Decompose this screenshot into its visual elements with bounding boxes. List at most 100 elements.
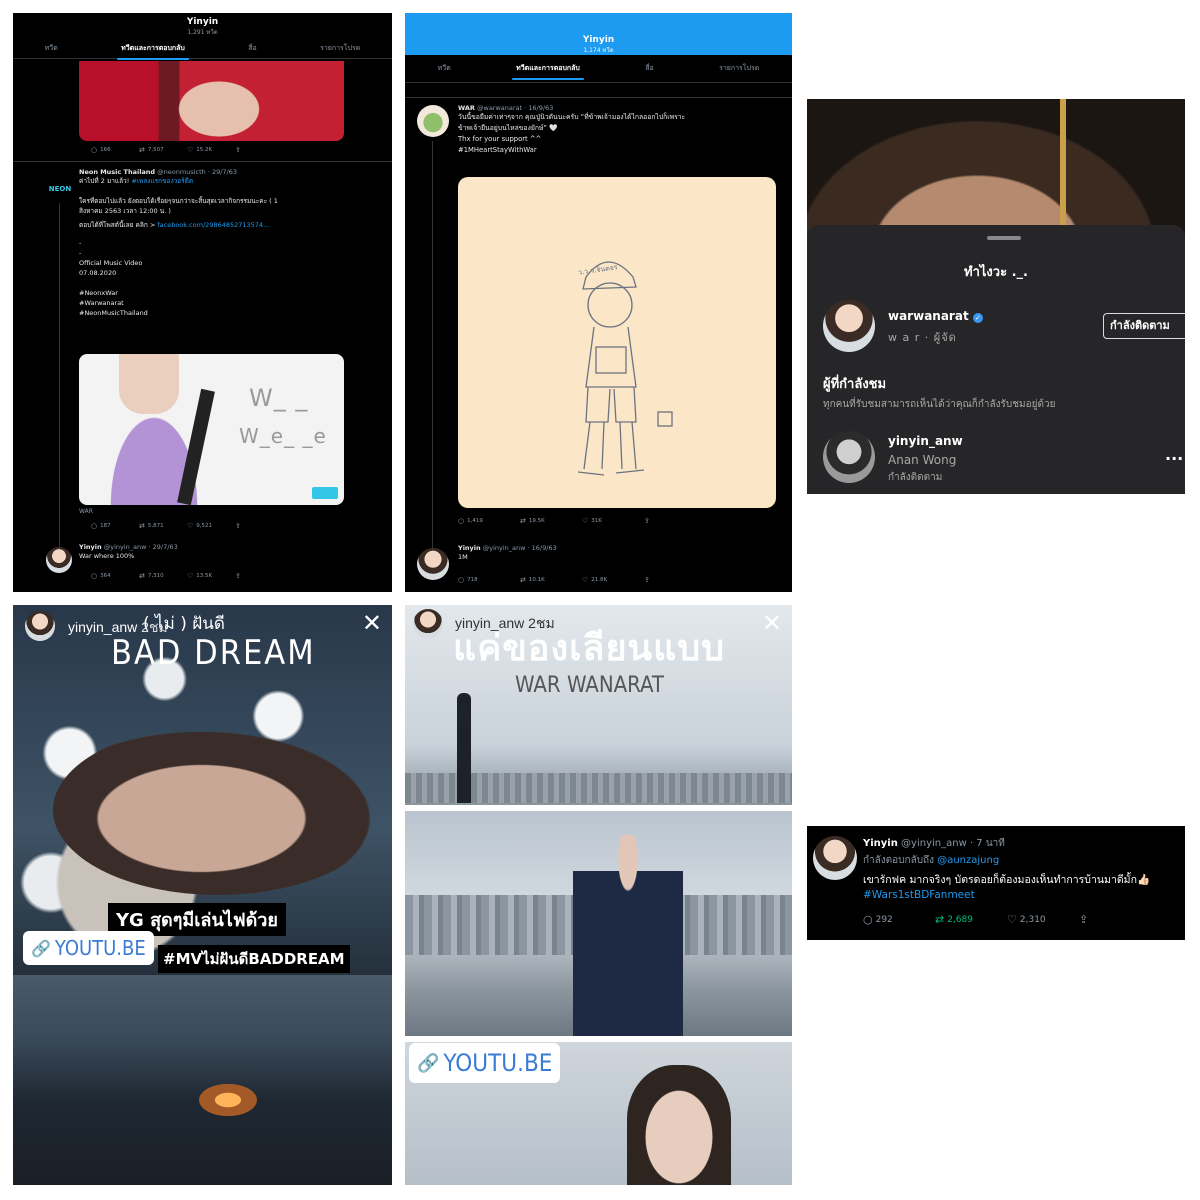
hashtag-link[interactable]: #Warwanarat [79,298,379,308]
person-jacket [573,835,683,1036]
hashtag-link[interactable]: #เพลงแรกของวอร์ดีต [131,177,193,185]
tweet-actions: ○ 187 ⇄ 5,871 ♡ 9,521 ⇪ [91,522,283,530]
neon-avatar[interactable]: NEON [49,178,71,200]
hashtag-link[interactable]: #1MHeartStayWithWar [458,145,788,156]
tab-tweets-replies[interactable]: ทวีตและการตอบกลับ [512,63,584,80]
like-button[interactable]: ♡ 21.8K [582,576,644,584]
profile-tabs: ทวีต ทวีตและการตอบกลับ สื่อ รายการโปรด [13,39,392,60]
host-avatar[interactable] [823,300,875,352]
tab-tweets[interactable]: ทวีต [434,63,455,74]
profile-name: Yinyin [582,35,615,45]
viewer-name[interactable]: yinyin_anw [888,434,963,448]
link-icon: 🔗 [417,1052,440,1074]
story-title: BAD DREAM [111,633,316,673]
viewer-avatar[interactable] [823,431,875,483]
retweet-button[interactable]: ⇄ 10.1K [520,576,582,584]
tweet-text: ข้าพเจ้ายืนอยู่บนไหล่ของยักษ์” 🤍 [458,124,558,132]
story-avatar[interactable] [25,611,55,641]
close-icon[interactable]: ✕ [362,611,382,635]
reply-author[interactable]: Yinyin [79,543,102,551]
retweet-button[interactable]: ⇄ 7,310 [139,572,187,580]
tweet-body: Neon Music Thailand @neonmusicth · 29/7/… [79,168,379,318]
share-icon: ⇪ [644,576,650,584]
tweet-handle: @neonmusicth · 29/7/63 [157,168,238,176]
tweet-media-video[interactable]: W_ _ W_e_ _e [79,354,344,505]
host-subtitle: w a r · ผู้จัด [888,331,957,344]
link-sticker[interactable]: 🔗 YOUTU.BE [409,1043,561,1083]
reply-button[interactable]: ○ 718 [458,576,520,584]
tweet-media-drawing[interactable]: ว.ว.ว.จินตจร [458,177,776,508]
hashtag-link[interactable]: #NeonxWar [79,288,379,298]
retweet-button[interactable]: ⇄ 5,871 [139,522,187,530]
reply-button[interactable]: ○ 166 [91,146,139,154]
drag-handle[interactable] [987,236,1021,240]
hashtag-link[interactable]: #NeonMusicThailand [79,308,379,318]
viewers-heading: ผู้ที่กำลังชม [823,377,887,392]
tab-media[interactable]: สื่อ [641,63,657,74]
reply-icon: ○ [863,913,873,926]
war-avatar[interactable] [417,105,449,137]
following-button[interactable]: กำลังติดตาม [1103,313,1185,339]
tweet-handle: @yinyin_anw · 7 นาที [901,838,1005,849]
reply-button[interactable]: ○ 364 [91,572,139,580]
tweet-media-top[interactable] [79,61,344,141]
share-icon: ⇪ [1079,913,1089,926]
twitter-profile-screenshot-2: Yinyin 1,174 ทวีต ทวีต ทวีตและการตอบกลับ… [405,13,792,592]
person-standing [457,693,471,803]
face-photo [53,725,383,895]
like-button[interactable]: ♡ 9,521 [187,522,235,530]
tab-tweets[interactable]: ทวีต [41,43,62,54]
heart-icon: ♡ [582,576,589,584]
share-button[interactable]: ⇪ [1079,913,1127,926]
avatar[interactable] [813,836,857,880]
tab-likes[interactable]: รายการโปรด [715,63,763,74]
fire-sparkle [183,1075,273,1125]
bottom-sheet: ทำไงวะ ._. warwanarat ✓ w a r · ผู้จัด ก… [807,225,1185,494]
retweet-button[interactable]: ⇄ 7,507 [139,146,187,154]
avatar[interactable] [417,548,449,580]
more-options-icon[interactable]: ... [1165,445,1183,464]
tab-likes[interactable]: รายการโปรด [316,43,364,54]
like-button[interactable]: ♡ 13.5K [187,572,235,580]
share-button[interactable]: ⇪ [235,572,283,580]
tab-media[interactable]: สื่อ [244,43,260,54]
reply-body: Yinyin @yinyin_anw · 16/9/63 1M [458,544,557,562]
sketch-illustration [577,261,673,476]
retweet-icon: ⇄ [139,146,145,154]
share-button[interactable]: ⇪ [644,517,692,525]
tweet-author[interactable]: Neon Music Thailand [79,168,155,176]
link-sticker[interactable]: 🔗 YOUTU.BE [23,931,154,965]
tab-tweets-replies[interactable]: ทวีตและการตอบกลับ [117,43,189,60]
story-avatar[interactable] [413,609,443,639]
like-button[interactable]: ♡ 15.2K [187,146,235,154]
heart-icon: ♡ [187,522,194,530]
tweet-author[interactable]: Yinyin [863,838,898,849]
share-button[interactable]: ⇪ [235,146,283,154]
divider [405,97,792,98]
share-icon: ⇪ [235,146,241,154]
avatar[interactable] [46,547,72,573]
viewer-status: กำลังติดตาม [888,472,943,483]
thread-line [59,203,60,551]
like-button[interactable]: ♡ 31K [582,517,644,525]
reply-author[interactable]: Yinyin [458,544,481,552]
share-button[interactable]: ⇪ [235,522,283,530]
hashtag-link[interactable]: #Wars1stBDFanmeet [863,889,1183,901]
retweet-button[interactable]: ⇄ 2,689 [935,913,1007,926]
story-hashtag[interactable]: #MVไม่ฝันดีBADDREAM [158,945,350,973]
reply-icon: ○ [91,522,98,530]
close-icon[interactable]: ✕ [762,611,782,635]
facebook-link[interactable]: facebook.com/29864852713574... [157,221,269,229]
reply-text: War where 100% [79,552,135,560]
reply-button[interactable]: ○ 292 [863,913,935,926]
tweet-text: Thx for your support ^^ [458,135,542,143]
tweet-author[interactable]: WAR [458,104,475,112]
host-name[interactable]: warwanarat ✓ [888,309,983,323]
like-button[interactable]: ♡ 2,310 [1007,913,1079,926]
share-button[interactable]: ⇪ [644,576,692,584]
mention-link[interactable]: @aunzajung [937,855,999,866]
reply-button[interactable]: ○ 1,419 [458,517,520,525]
retweet-button[interactable]: ⇄ 19.5K [520,517,582,525]
reply-body: Yinyin @yinyin_anw · 29/7/63 War where 1… [79,543,178,561]
reply-button[interactable]: ○ 187 [91,522,139,530]
